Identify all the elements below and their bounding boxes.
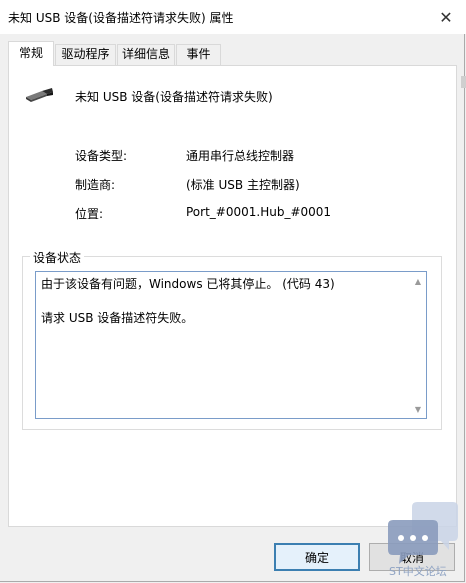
tab-details[interactable]: 详细信息: [117, 44, 175, 65]
manufacturer-value: (标准 USB 主控制器): [186, 178, 300, 192]
properties-dialog: 未知 USB 设备(设备描述符请求失败) 属性 ✕ 常规 驱动程序 详细信息 事…: [0, 0, 466, 582]
watermark-text: ST中文论坛: [389, 565, 447, 578]
close-button[interactable]: ✕: [426, 0, 466, 34]
status-line-error: 由于该设备有问题，Windows 已将其停止。 (代码 43): [41, 277, 335, 291]
tab-driver[interactable]: 驱动程序: [55, 44, 116, 65]
ok-button[interactable]: 确定: [274, 543, 360, 571]
device-status-textbox[interactable]: 由于该设备有问题，Windows 已将其停止。 (代码 43) 请求 USB 设…: [35, 271, 427, 419]
tab-general[interactable]: 常规: [8, 41, 54, 66]
device-type-value: 通用串行总线控制器: [186, 149, 295, 163]
status-line-detail: 请求 USB 设备描述符失败。: [41, 311, 194, 325]
scroll-down-arrow-icon[interactable]: ▼: [415, 405, 421, 414]
tab-events[interactable]: 事件: [176, 44, 221, 65]
window-title: 未知 USB 设备(设备描述符请求失败) 属性: [8, 11, 234, 25]
scroll-up-arrow-icon[interactable]: ▲: [415, 277, 421, 286]
device-status-legend: 设备状态: [30, 249, 85, 266]
device-type-label: 设备类型:: [75, 149, 128, 163]
usb-connector-icon: [26, 88, 53, 102]
location-value: Port_#0001.Hub_#0001: [186, 205, 332, 219]
status-text: 由于该设备有问题，Windows 已将其停止。 (代码 43) 请求 USB 设…: [41, 276, 335, 327]
title-bar: 未知 USB 设备(设备描述符请求失败) 属性 ✕: [0, 0, 466, 34]
location-label: 位置:: [75, 207, 104, 221]
device-name: 未知 USB 设备(设备描述符请求失败): [75, 90, 273, 104]
background-window-edge: [461, 76, 466, 88]
manufacturer-label: 制造商:: [75, 178, 116, 192]
